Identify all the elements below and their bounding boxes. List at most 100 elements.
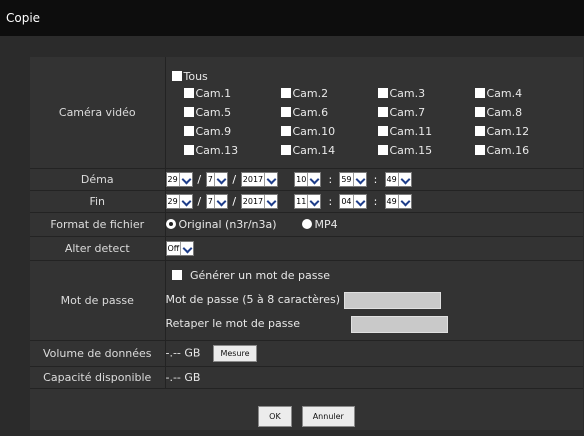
camera-checkbox[interactable] (474, 144, 485, 155)
retype-password-line: Retaper le mot de passe (166, 312, 584, 336)
camera-checkbox[interactable] (183, 87, 194, 98)
copy-form: Caméra vidéo Tous Cam.1 Cam.2 Cam.3 Cam.… (30, 57, 583, 389)
action-bar: OK Annuler (30, 402, 583, 430)
start-label: Déma (30, 168, 166, 191)
password-input[interactable] (343, 291, 441, 309)
copy-dialog: Copie Caméra vidéo Tous Cam.1 Cam.2 Cam.… (0, 0, 584, 436)
camera-option-label: Cam.2 (292, 86, 329, 100)
format-mp4-radio[interactable] (301, 218, 312, 229)
generate-password-checkbox[interactable] (171, 270, 182, 280)
camera-checkbox[interactable] (377, 125, 388, 136)
chevron-down-icon (352, 172, 366, 186)
camera-option[interactable]: Cam.10 (280, 122, 378, 141)
camera-option-label: Cam.9 (195, 124, 232, 138)
camera-checkbox[interactable] (377, 144, 388, 155)
camera-checkbox[interactable] (280, 144, 291, 155)
start-datetime: 29 / 7 / 2017 10 : 59 : 49 (165, 168, 583, 191)
password-row: Mot de passe Générer un mot de passe Mot… (30, 260, 584, 341)
camera-option[interactable]: Cam.4 (474, 84, 572, 103)
camera-checkbox[interactable] (377, 106, 388, 117)
volume-row: Volume de données -.-- GB Mesure (30, 340, 583, 367)
ok-button[interactable]: OK (258, 405, 292, 427)
camera-option[interactable]: Cam.8 (474, 103, 572, 122)
capacity-value: -.-- GB (165, 366, 583, 389)
camera-checkbox[interactable] (183, 144, 194, 155)
camera-option-label: Cam.11 (389, 124, 433, 138)
end-day-select[interactable]: 29 (165, 193, 193, 209)
alter-detect-row: Alter detect Off (30, 236, 583, 261)
camera-checkbox[interactable] (280, 125, 291, 136)
camera-checkbox[interactable] (280, 87, 291, 98)
camera-option[interactable]: Cam.7 (377, 103, 475, 122)
camera-option[interactable]: Cam.14 (280, 141, 378, 160)
start-minute-select[interactable]: 59 (339, 171, 367, 187)
camera-option-label: Cam.12 (486, 124, 530, 138)
copy-form-panel: Caméra vidéo Tous Cam.1 Cam.2 Cam.3 Cam.… (30, 57, 583, 430)
camera-option[interactable]: Cam.6 (280, 103, 378, 122)
camera-option[interactable]: Cam.11 (377, 122, 475, 141)
camera-option-label: Cam.5 (195, 105, 232, 119)
end-datetime: 29 / 7 / 2017 11 : 04 : 49 (165, 190, 583, 213)
all-cameras-checkbox[interactable] (171, 70, 182, 81)
retype-password-input[interactable] (350, 315, 448, 333)
end-hour-select[interactable]: 11 (294, 193, 322, 209)
all-cameras-option[interactable]: Tous (171, 65, 584, 84)
measure-button[interactable]: Mesure (213, 344, 257, 362)
start-row: Déma 29 / 7 / 2017 10 : 59 : 49 (30, 168, 583, 191)
camera-checkbox[interactable] (474, 106, 485, 117)
camera-option[interactable]: Cam.3 (377, 84, 475, 103)
format-original-option[interactable]: Original (n3r/n3a) (165, 218, 277, 231)
capacity-row: Capacité disponible -.-- GB (30, 366, 583, 389)
generate-password-option[interactable]: Générer un mot de passe (166, 264, 584, 288)
camera-option-label: Cam.14 (292, 143, 336, 157)
camera-checkbox[interactable] (474, 87, 485, 98)
chevron-down-icon (180, 241, 194, 255)
start-hour-select[interactable]: 10 (294, 171, 322, 187)
camera-selection: Tous Cam.1 Cam.2 Cam.3 Cam.4 Cam.5 Cam.6… (165, 57, 584, 169)
camera-option-label: Cam.15 (389, 143, 433, 157)
alter-detect-value: Off (165, 236, 583, 261)
end-month-select[interactable]: 7 (205, 193, 228, 209)
camera-option[interactable]: Cam.1 (183, 84, 281, 103)
camera-option[interactable]: Cam.5 (183, 103, 281, 122)
camera-option[interactable]: Cam.2 (280, 84, 378, 103)
camera-option[interactable]: Cam.12 (474, 122, 572, 141)
camera-option-label: Cam.10 (292, 124, 336, 138)
camera-row: Caméra vidéo Tous Cam.1 Cam.2 Cam.3 Cam.… (30, 57, 584, 169)
end-year-select[interactable]: 2017 (240, 193, 279, 209)
capacity-label: Capacité disponible (30, 366, 166, 389)
password-label: Mot de passe (30, 260, 166, 341)
chevron-down-icon (307, 172, 321, 186)
alter-detect-select[interactable]: Off (165, 240, 195, 256)
camera-checkbox[interactable] (280, 106, 291, 117)
chevron-down-icon (307, 194, 321, 208)
chevron-down-icon (264, 194, 278, 208)
all-cameras-label: Tous (183, 69, 208, 83)
start-year-select[interactable]: 2017 (240, 171, 279, 187)
camera-option[interactable]: Cam.13 (183, 141, 281, 160)
camera-option[interactable]: Cam.15 (377, 141, 475, 160)
format-original-radio[interactable] (165, 218, 176, 229)
start-month-select[interactable]: 7 (205, 171, 228, 187)
camera-checkbox[interactable] (183, 106, 194, 117)
end-second-select[interactable]: 49 (384, 193, 412, 209)
format-mp4-option[interactable]: MP4 (301, 218, 338, 231)
camera-checkbox[interactable] (183, 125, 194, 136)
chevron-down-icon (213, 194, 227, 208)
cancel-button[interactable]: Annuler (301, 405, 355, 427)
start-day-select[interactable]: 29 (165, 171, 193, 187)
camera-option[interactable]: Cam.9 (183, 122, 281, 141)
volume-value: -.-- GB (165, 346, 201, 359)
window-title: Copie (0, 0, 584, 36)
camera-option-label: Cam.6 (292, 105, 329, 119)
format-row: Format de fichier Original (n3r/n3a) MP4 (30, 212, 583, 237)
camera-option-label: Cam.3 (389, 86, 426, 100)
camera-checkbox[interactable] (377, 87, 388, 98)
camera-checkbox[interactable] (474, 125, 485, 136)
start-second-select[interactable]: 49 (384, 171, 412, 187)
chevron-down-icon (178, 172, 192, 186)
camera-option-label: Cam.16 (486, 143, 530, 157)
camera-option[interactable]: Cam.16 (474, 141, 572, 160)
end-minute-select[interactable]: 04 (339, 193, 367, 209)
chevron-down-icon (264, 172, 278, 186)
